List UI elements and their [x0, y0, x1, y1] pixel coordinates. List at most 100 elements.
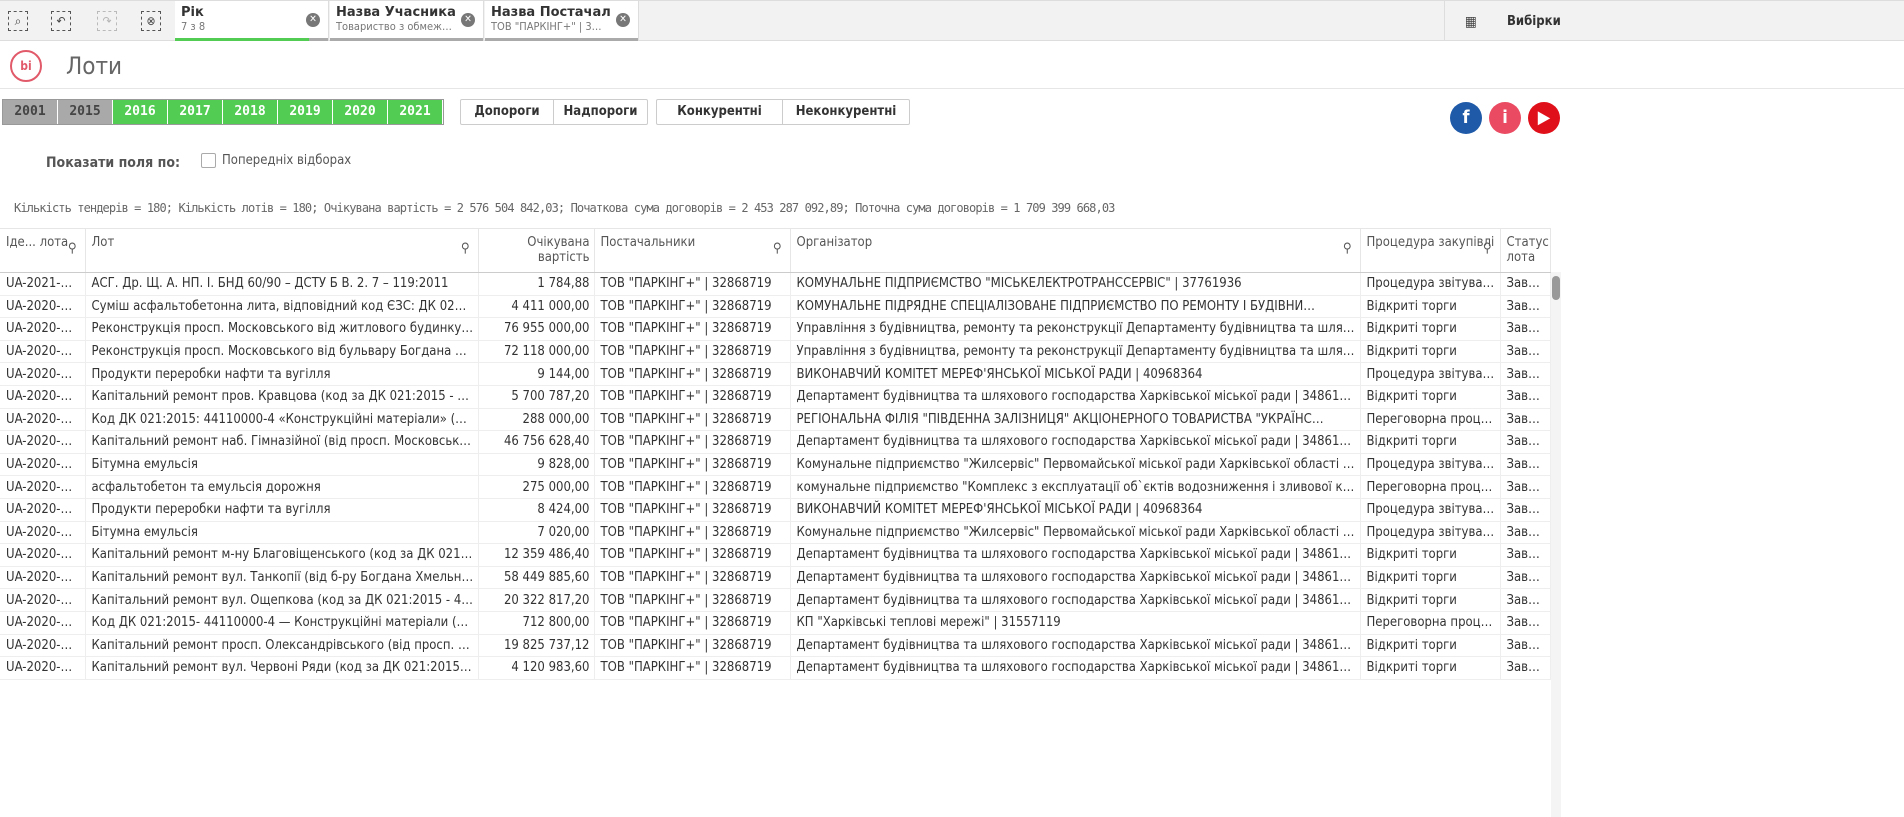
table-cell[interactable]: ВИКОНАВЧИЙ КОМІТЕТ МЕРЕФ'ЯНСЬКОЇ МІСЬКОЇ…	[790, 362, 1361, 386]
table-cell[interactable]: 58 449 885,60	[478, 566, 595, 590]
table-cell[interactable]: ТОВ "ПАРКІНГ+" | 32868719	[594, 566, 791, 590]
table-cell[interactable]: 5 700 787,20	[478, 385, 595, 409]
table-cell[interactable]: ТОВ "ПАРКІНГ+" | 32868719	[594, 295, 791, 319]
table-cell[interactable]: Капітальний ремонт пров. Кравцова (код з…	[85, 385, 479, 409]
table-cell[interactable]: ТОВ "ПАРКІНГ+" | 32868719	[594, 543, 791, 567]
table-cell[interactable]: Продукти переробки нафти та вугілля	[85, 362, 479, 386]
filter-tab[interactable]: Назва Учасника… Товариство з обмеж… ✕	[330, 1, 484, 41]
table-cell[interactable]: 46 756 628,40	[478, 430, 595, 454]
close-icon[interactable]: ✕	[616, 13, 630, 27]
table-cell[interactable]: Завершен…	[1500, 475, 1551, 499]
table-cell[interactable]: UA-2020-…	[0, 295, 86, 319]
table-row[interactable]: UA-2020-… Капітальний ремонт вул. Червоні…	[0, 656, 1551, 680]
table-cell[interactable]: Переговорна проц…	[1360, 408, 1501, 432]
column-header[interactable]: Статус лота	[1500, 228, 1551, 273]
below-threshold-button[interactable]: Допороги	[461, 100, 554, 124]
table-cell[interactable]: 4 411 000,00	[478, 295, 595, 319]
table-row[interactable]: UA-2020-… асфальтобетон та емульсія дорож…	[0, 475, 1551, 499]
table-cell[interactable]: UA-2020-…	[0, 430, 86, 454]
table-cell[interactable]: Капітальний ремонт наб. Гімназійної (від…	[85, 430, 479, 454]
table-row[interactable]: UA-2020-… Капітальний ремонт вул. Ощепков…	[0, 588, 1551, 612]
search-icon[interactable]: ⚲	[68, 241, 77, 256]
table-cell[interactable]: Завершен…	[1500, 295, 1551, 319]
table-cell[interactable]: 1 784,88	[478, 272, 595, 296]
table-cell[interactable]: КП "Харківські теплові мережі" | 3155711…	[790, 611, 1361, 635]
search-icon[interactable]: ⚲	[1483, 241, 1492, 256]
column-header[interactable]: Постачальники ⚲	[594, 228, 791, 273]
facebook-icon[interactable]: f	[1450, 102, 1482, 134]
table-cell[interactable]: Департамент будівництва та шляхового гос…	[790, 543, 1361, 567]
table-cell[interactable]: РЕГІОНАЛЬНА ФІЛІЯ "ПІВДЕННА ЗАЛІЗНИЦЯ" А…	[790, 408, 1361, 432]
table-cell[interactable]: Капітальний ремонт вул. Танкопії (від б-…	[85, 566, 479, 590]
table-row[interactable]: UA-2020-… Капітальний ремонт вул. Танкопі…	[0, 566, 1551, 590]
table-cell[interactable]: Продукти переробки нафти та вугілля	[85, 498, 479, 522]
table-cell[interactable]: Процедура звітува…	[1360, 453, 1501, 477]
table-cell[interactable]: Реконструкція просп. Московського від бу…	[85, 340, 479, 364]
table-cell[interactable]: Капітальний ремонт вул. Ощепкова (код за…	[85, 588, 479, 612]
table-cell[interactable]: UA-2020-…	[0, 385, 86, 409]
table-cell[interactable]: UA-2020-…	[0, 453, 86, 477]
table-cell[interactable]: Відкриті торги	[1360, 295, 1501, 319]
table-cell[interactable]: Завершен…	[1500, 634, 1551, 658]
table-cell[interactable]: ТОВ "ПАРКІНГ+" | 32868719	[594, 634, 791, 658]
table-cell[interactable]: Бітумна емульсія	[85, 521, 479, 545]
table-row[interactable]: UA-2020-… Бітумна емульсія 9 828,00 ТОВ "ПА…	[0, 453, 1551, 477]
table-cell[interactable]: Завершен…	[1500, 521, 1551, 545]
table-cell[interactable]: Завершен…	[1500, 385, 1551, 409]
year-2017[interactable]: 2017	[168, 100, 223, 124]
table-cell[interactable]: Комунальне підприємство "Жилсервіс" Перв…	[790, 521, 1361, 545]
table-cell[interactable]: ВИКОНАВЧИЙ КОМІТЕТ МЕРЕФ'ЯНСЬКОЇ МІСЬКОЇ…	[790, 498, 1361, 522]
selections-button[interactable]: ▦ Вибірки	[1444, 1, 1904, 41]
table-cell[interactable]: Завершен…	[1500, 453, 1551, 477]
table-cell[interactable]: Управління з будівництва, ремонту та рек…	[790, 340, 1361, 364]
year-2021[interactable]: 2021	[388, 100, 443, 124]
table-cell[interactable]: Суміш асфальтобетонна лита, відповідний …	[85, 295, 479, 319]
table-cell[interactable]: UA-2020-…	[0, 566, 86, 590]
table-cell[interactable]: Завершен…	[1500, 362, 1551, 386]
table-cell[interactable]: Завершен…	[1500, 498, 1551, 522]
above-threshold-button[interactable]: Надпороги	[554, 100, 647, 124]
table-cell[interactable]: Завершен…	[1500, 317, 1551, 341]
search-icon[interactable]: ⚲	[1343, 241, 1352, 256]
table-cell[interactable]: ТОВ "ПАРКІНГ+" | 32868719	[594, 475, 791, 499]
table-cell[interactable]: ТОВ "ПАРКІНГ+" | 32868719	[594, 521, 791, 545]
table-cell[interactable]: ТОВ "ПАРКІНГ+" | 32868719	[594, 498, 791, 522]
table-cell[interactable]: Капітальний ремонт просп. Олександрівськ…	[85, 634, 479, 658]
table-cell[interactable]: Процедура звітува…	[1360, 362, 1501, 386]
table-cell[interactable]: Код ДК 021:2015- 44110000-4 — Конструкці…	[85, 611, 479, 635]
table-cell[interactable]: Код ДК 021:2015: 44110000-4 «Конструкцій…	[85, 408, 479, 432]
table-cell[interactable]: ТОВ "ПАРКІНГ+" | 32868719	[594, 430, 791, 454]
column-header[interactable]: Лот ⚲	[85, 228, 479, 273]
table-cell[interactable]: UA-2020-…	[0, 317, 86, 341]
year-2016[interactable]: 2016	[113, 100, 168, 124]
table-cell[interactable]: 19 825 737,12	[478, 634, 595, 658]
table-cell[interactable]: ТОВ "ПАРКІНГ+" | 32868719	[594, 611, 791, 635]
table-cell[interactable]: Завершен…	[1500, 566, 1551, 590]
table-cell[interactable]: ТОВ "ПАРКІНГ+" | 32868719	[594, 340, 791, 364]
table-cell[interactable]: Відкриті торги	[1360, 430, 1501, 454]
table-cell[interactable]: Відкриті торги	[1360, 566, 1501, 590]
year-2015[interactable]: 2015	[58, 100, 113, 124]
scrollbar-track[interactable]	[1551, 272, 1561, 817]
table-cell[interactable]: Переговорна проц…	[1360, 475, 1501, 499]
year-2018[interactable]: 2018	[223, 100, 278, 124]
table-cell[interactable]: ТОВ "ПАРКІНГ+" | 32868719	[594, 317, 791, 341]
table-cell[interactable]: Завершен…	[1500, 611, 1551, 635]
table-cell[interactable]: 712 800,00	[478, 611, 595, 635]
table-row[interactable]: UA-2020-… Продукти переробки нафти та вуг…	[0, 498, 1551, 522]
table-cell[interactable]: Капітальний ремонт вул. Червоні Ряди (ко…	[85, 656, 479, 680]
info-icon[interactable]: i	[1489, 102, 1521, 134]
table-cell[interactable]: Управління з будівництва, ремонту та рек…	[790, 317, 1361, 341]
table-cell[interactable]: Комунальне підприємство "Жилсервіс" Перв…	[790, 453, 1361, 477]
table-cell[interactable]: UA-2020-…	[0, 543, 86, 567]
close-icon[interactable]: ✕	[461, 13, 475, 27]
table-cell[interactable]: Завершен…	[1500, 543, 1551, 567]
column-header[interactable]: Очікувана вартість	[478, 228, 595, 273]
table-cell[interactable]: АСГ. Др. Щ. А. НП. І. БНД 60/90 – ДСТУ Б…	[85, 272, 479, 296]
table-cell[interactable]: Департамент будівництва та шляхового гос…	[790, 656, 1361, 680]
noncompetitive-button[interactable]: Неконкурентні	[783, 100, 909, 124]
table-row[interactable]: UA-2020-… Бітумна емульсія 7 020,00 ТОВ "ПА…	[0, 521, 1551, 545]
back-icon[interactable]: ↶	[51, 11, 71, 31]
table-cell[interactable]: Завершен…	[1500, 408, 1551, 432]
table-cell[interactable]: КОМУНАЛЬНЕ ПІДРЯДНЕ СПЕЦІАЛІЗОВАНЕ ПІДПР…	[790, 295, 1361, 319]
